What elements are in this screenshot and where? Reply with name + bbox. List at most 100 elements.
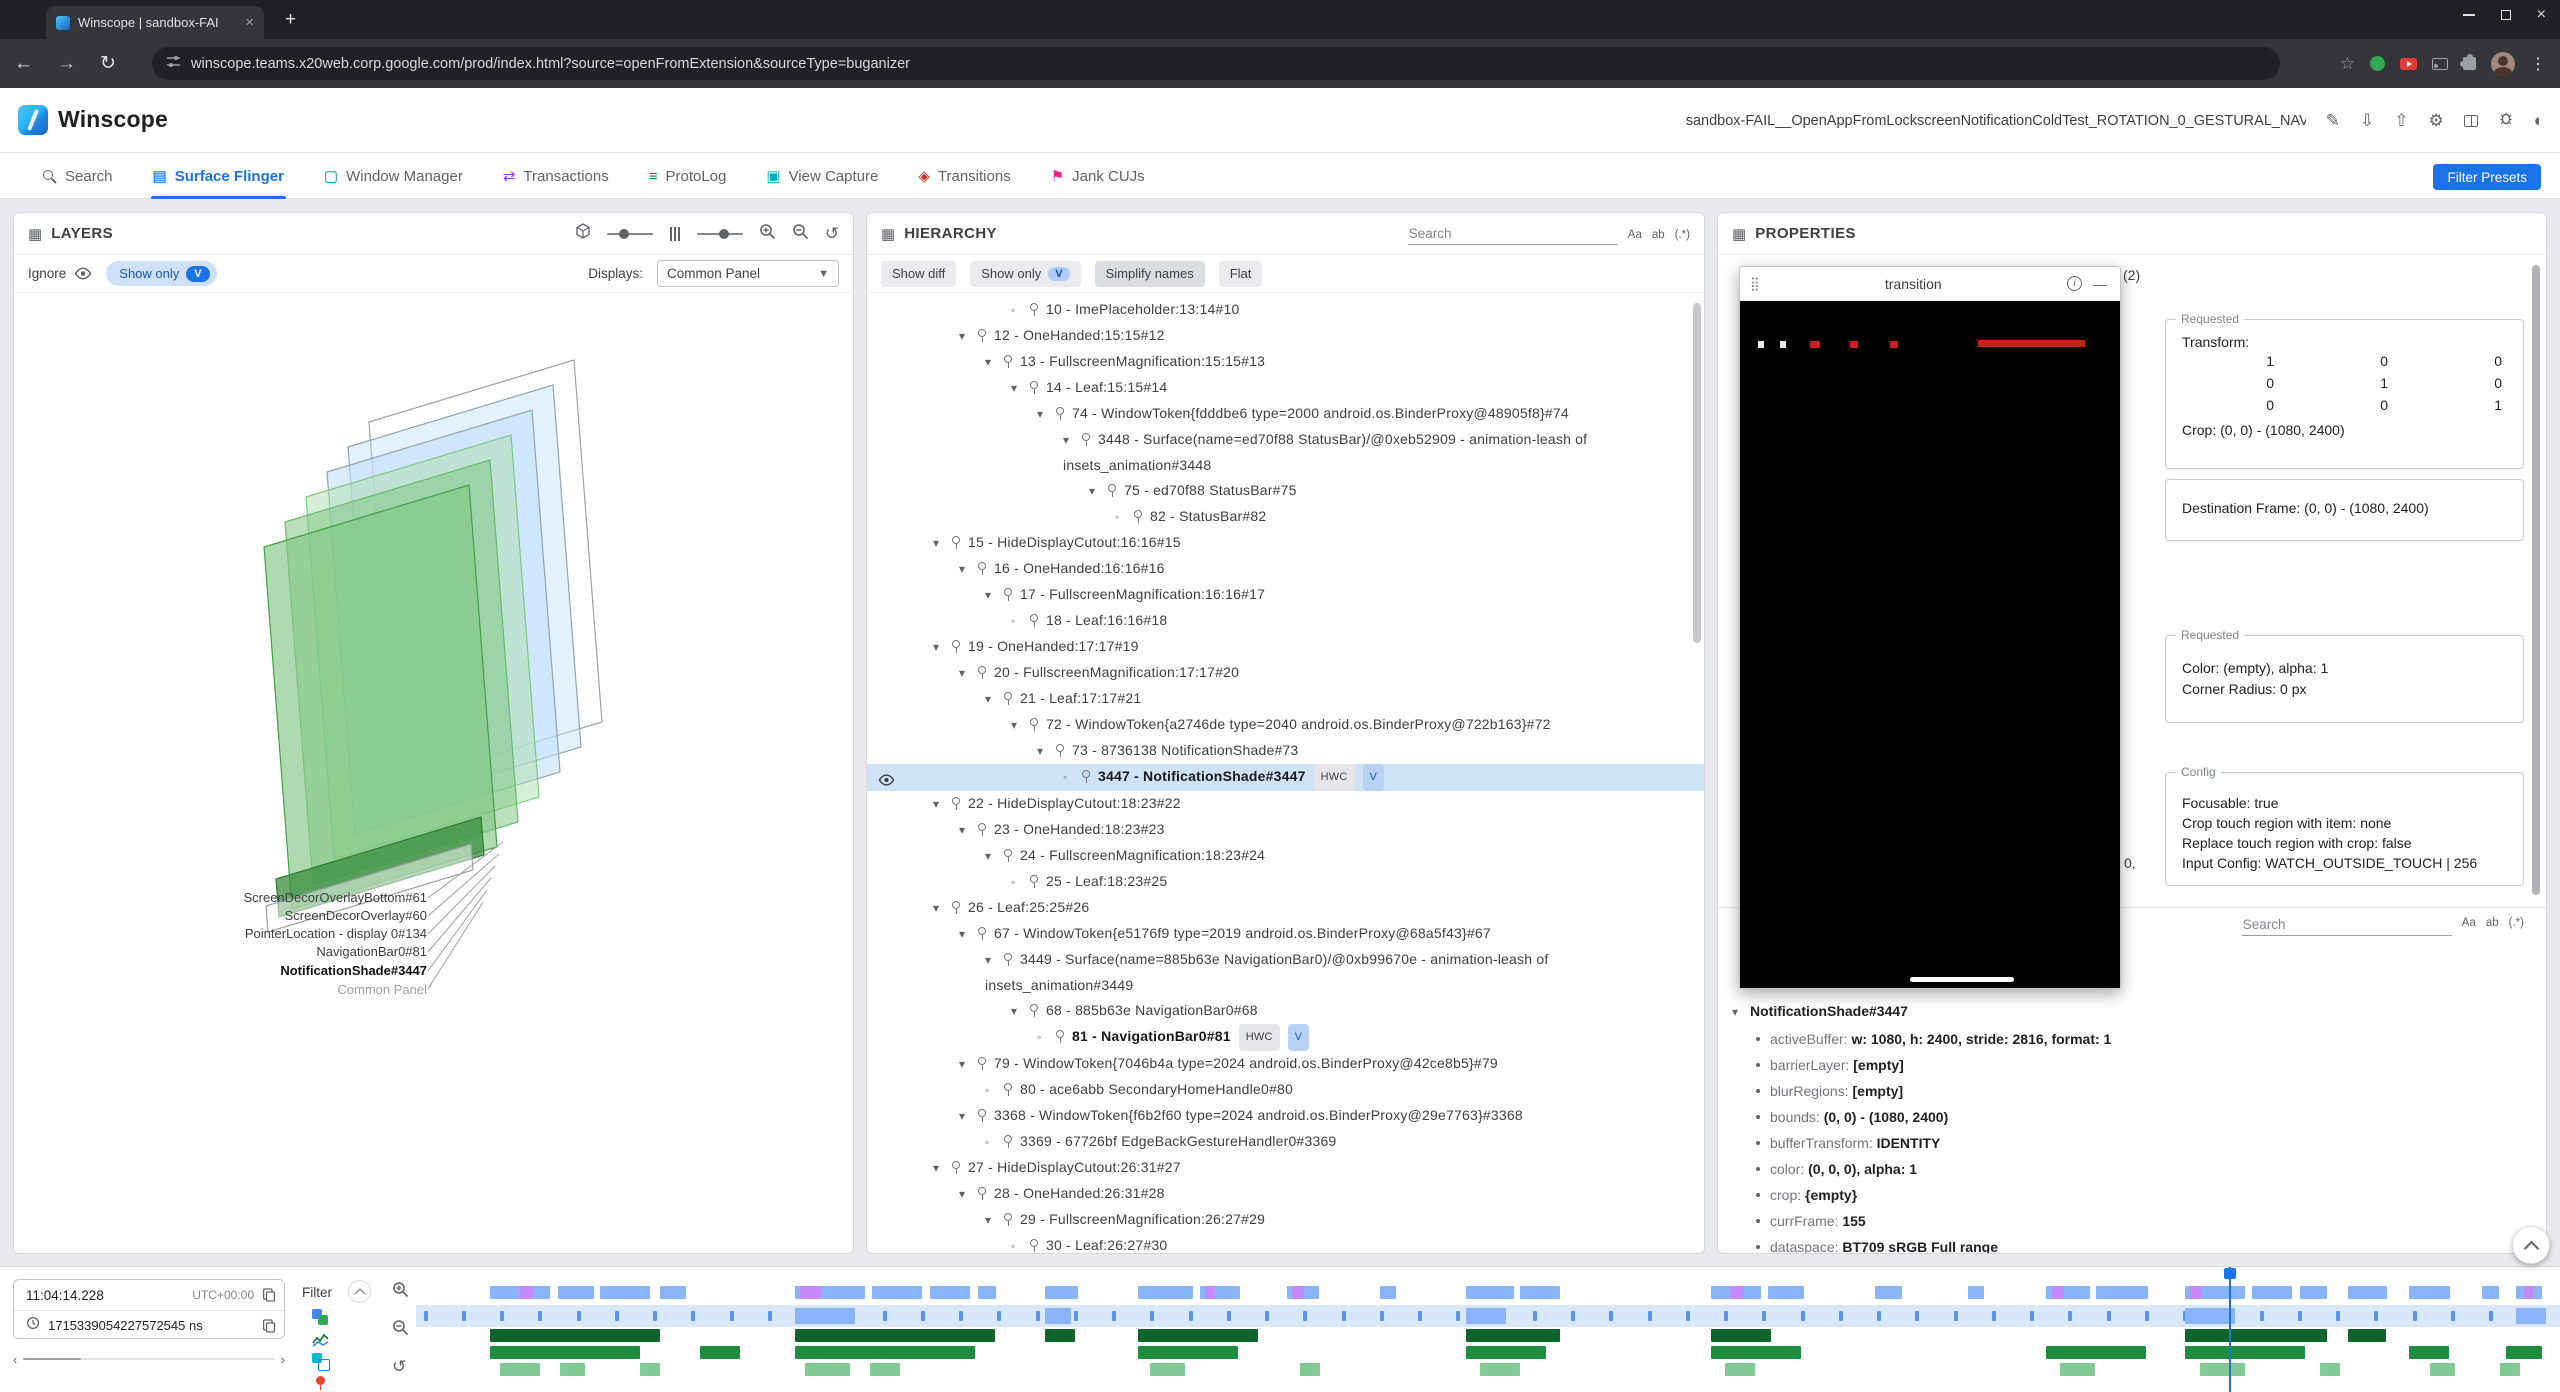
eye-icon[interactable]: [74, 267, 92, 280]
tree-row[interactable]: ▾26 - Leaf:25:25#26: [867, 895, 1704, 921]
layer-label-selected[interactable]: NotificationShade#3447: [280, 963, 427, 978]
pin-icon[interactable]: [1029, 718, 1040, 731]
tree-row[interactable]: ▾16 - OneHanded:16:16#16: [867, 556, 1704, 582]
expander-icon[interactable]: ▾: [933, 792, 951, 817]
timeline-segment-wm[interactable]: [1045, 1329, 1075, 1342]
timeline-segment-transition[interactable]: [1205, 1286, 1215, 1299]
timeline-segment-band-events[interactable]: [795, 1308, 855, 1324]
tree-row[interactable]: ▾20 - FullscreenMagnification:17:17#20: [867, 660, 1704, 686]
pin-icon[interactable]: [1003, 1083, 1014, 1096]
copy-icon[interactable]: [262, 1319, 276, 1333]
timeline-reset-zoom-icon[interactable]: ↺: [392, 1357, 409, 1377]
expander-icon[interactable]: ▾: [1011, 376, 1029, 401]
pin-icon[interactable]: [977, 562, 988, 575]
tree-row[interactable]: ▾27 - HideDisplayCutout:26:31#27: [867, 1155, 1704, 1181]
timeline-segment-protolog[interactable]: [870, 1363, 900, 1376]
pin-icon[interactable]: [1003, 953, 1014, 966]
timeline-segment-transactions[interactable]: [1138, 1346, 1238, 1359]
tree-row[interactable]: ▾24 - FullscreenMagnification:18:23#24: [867, 843, 1704, 869]
pin-icon[interactable]: [977, 1057, 988, 1070]
scroll-left-icon[interactable]: ‹: [13, 1352, 17, 1367]
collect-traces-icon[interactable]: ⚙: [2428, 111, 2443, 131]
info-icon[interactable]: i: [2067, 276, 2082, 291]
timeline-segment-wm[interactable]: [490, 1329, 660, 1342]
timeline-mini-scrollbar[interactable]: ‹ ›: [13, 1349, 285, 1369]
timeline-segment-transactions[interactable]: [2185, 1346, 2305, 1359]
timeline-segment-sf[interactable]: [660, 1286, 686, 1299]
minimize-dialog-icon[interactable]: —: [2090, 276, 2110, 292]
pin-icon[interactable]: [1107, 484, 1118, 497]
timeline-segment-transactions[interactable]: [795, 1346, 975, 1359]
timeline-segment-sf[interactable]: [1520, 1286, 1560, 1299]
timeline-cursor-handle[interactable]: [2224, 1268, 2236, 1279]
report-bug-icon[interactable]: [2498, 110, 2514, 131]
timeline-segment-transactions[interactable]: [2409, 1346, 2449, 1359]
copy-icon[interactable]: [262, 1288, 276, 1302]
timeline-segment-band-events[interactable]: [1466, 1308, 1506, 1324]
expander-icon[interactable]: ▾: [933, 1156, 951, 1181]
properties-search-input[interactable]: [2242, 914, 2452, 936]
match-case-icon[interactable]: Aa: [2462, 917, 2476, 933]
property-row[interactable]: color: (0, 0, 0), alpha: 1: [1732, 1156, 2538, 1182]
tab-surface-flinger[interactable]: ▤Surface Flinger: [151, 153, 286, 199]
property-row[interactable]: barrierLayer: [empty]: [1732, 1052, 2538, 1078]
show-only-v-toggle[interactable]: Show only V: [106, 261, 216, 286]
pin-icon[interactable]: [977, 1187, 988, 1200]
match-word-icon[interactable]: ab: [1652, 229, 1665, 245]
regex-icon[interactable]: (.*): [1675, 229, 1690, 245]
timeline-segment-sf[interactable]: [2300, 1286, 2327, 1299]
timeline-segment-transactions[interactable]: [700, 1346, 740, 1359]
expander-icon[interactable]: ▾: [985, 844, 1003, 869]
timeline-segment-sf[interactable]: [872, 1286, 922, 1299]
timeline-segment-protolog[interactable]: [500, 1363, 540, 1376]
properties-scrollbar[interactable]: [2532, 265, 2540, 895]
spacing-slider[interactable]: [697, 233, 743, 235]
expander-icon[interactable]: ▾: [985, 948, 1003, 973]
timeline-segment-wm[interactable]: [1138, 1329, 1258, 1342]
expander-icon[interactable]: ▾: [1037, 739, 1055, 764]
expander-icon[interactable]: ▾: [933, 896, 951, 921]
tree-row[interactable]: ▾21 - Leaf:17:17#21: [867, 686, 1704, 712]
rotation-slider[interactable]: [607, 233, 653, 235]
expander-icon[interactable]: ▾: [959, 557, 977, 582]
timeline-segment-sf[interactable]: [930, 1286, 970, 1299]
tree-row[interactable]: ▾74 - WindowToken{fdddbe6 type=2000 andr…: [867, 401, 1704, 427]
timeline-segment-sf[interactable]: [600, 1286, 650, 1299]
pin-icon[interactable]: [951, 640, 962, 653]
timeline-segment-band-events[interactable]: [1045, 1308, 1071, 1324]
tree-row[interactable]: ▾79 - WindowToken{7046b4a type=2024 andr…: [867, 1051, 1704, 1077]
screenshot-dialog[interactable]: ⣿ transition i —: [1739, 266, 2121, 989]
3d-view-icon[interactable]: [575, 223, 591, 244]
timeline-segment-band-events[interactable]: [2185, 1308, 2235, 1324]
flat-button[interactable]: Flat: [1219, 261, 1263, 287]
zoom-out-icon[interactable]: [792, 223, 809, 245]
timeline-segment-transactions[interactable]: [1466, 1346, 1546, 1359]
timeline-segment-protolog[interactable]: [805, 1363, 850, 1376]
tree-row[interactable]: ▾14 - Leaf:15:15#14: [867, 375, 1704, 401]
expander-icon[interactable]: ▾: [985, 583, 1003, 608]
pin-icon[interactable]: [1003, 588, 1014, 601]
tree-row[interactable]: ◦10 - ImePlaceholder:13:14#10: [867, 297, 1704, 323]
pin-icon[interactable]: [951, 797, 962, 810]
profile-avatar[interactable]: [2491, 52, 2515, 76]
timeline-segment-sf[interactable]: [2482, 1286, 2499, 1299]
timeline-segment-transactions[interactable]: [1711, 1346, 1801, 1359]
timeline-segment-protolog[interactable]: [1300, 1363, 1320, 1376]
timeline-segment-transition[interactable]: [2052, 1286, 2064, 1299]
zoom-in-icon[interactable]: [759, 223, 776, 245]
tree-row[interactable]: ▾28 - OneHanded:26:31#28: [867, 1181, 1704, 1207]
timeline-segment-wm[interactable]: [2185, 1329, 2327, 1342]
timeline-segment-sf[interactable]: [2409, 1286, 2450, 1299]
property-row[interactable]: bounds: (0, 0) - (1080, 2400): [1732, 1104, 2538, 1130]
drag-handle-icon[interactable]: ⣿: [1750, 276, 1760, 292]
dark-mode-icon[interactable]: ◐: [2534, 111, 2544, 131]
timeline-segment-transactions[interactable]: [2506, 1346, 2542, 1359]
pin-icon[interactable]: [1029, 1004, 1040, 1017]
pin-icon[interactable]: [951, 536, 962, 549]
timeline-segment-protolog[interactable]: [2060, 1363, 2095, 1376]
tree-row[interactable]: ◦3369 - 67726bf EdgeBackGestureHandler0#…: [867, 1129, 1704, 1155]
tree-row[interactable]: ▾15 - HideDisplayCutout:16:16#15: [867, 530, 1704, 556]
browser-tab[interactable]: Winscope | sandbox-FAI ×: [46, 6, 264, 39]
pin-icon[interactable]: [1003, 1135, 1014, 1148]
tree-row[interactable]: ◦81 - NavigationBar0#81HWCV: [867, 1024, 1704, 1051]
